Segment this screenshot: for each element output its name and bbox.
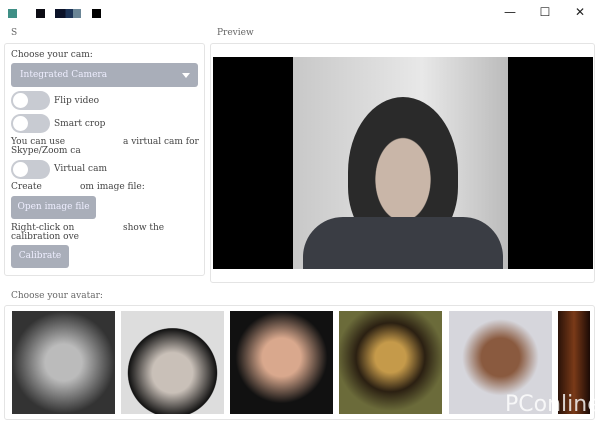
virtual-cam-label: Virtual cam <box>54 164 107 174</box>
virtual-cam-toggle[interactable] <box>11 160 50 179</box>
avatar-mona-lisa[interactable] <box>339 311 442 414</box>
settings-label: S <box>11 28 18 38</box>
watermark: PConline <box>505 392 600 417</box>
app-icon <box>8 9 17 18</box>
avatar-eminem[interactable] <box>121 311 224 414</box>
choose-avatar-label: Choose your avatar: <box>11 291 103 301</box>
create-label: om image file: <box>80 182 145 192</box>
title-block <box>55 9 81 18</box>
avatar-jobs[interactable] <box>230 311 333 414</box>
calibration-note: show the <box>123 223 165 233</box>
calibrate-button[interactable]: Calibrate <box>11 245 69 268</box>
create-label: Create <box>11 182 42 192</box>
title-block <box>36 9 45 18</box>
smart-crop-label: Smart crop <box>54 119 106 129</box>
flip-video-label: Flip video <box>54 96 100 106</box>
flip-video-toggle[interactable] <box>11 91 50 110</box>
preview-video <box>213 57 593 269</box>
maximize-button[interactable]: ☐ <box>532 2 558 22</box>
open-image-file-button[interactable]: Open image file <box>11 196 96 219</box>
choose-cam-label: Choose your cam: <box>11 50 93 60</box>
person-body <box>303 217 503 269</box>
title-bar: — ☐ ✕ <box>0 0 600 26</box>
vcam-note: Skype/Zoom ca <box>11 146 81 156</box>
camera-select-value: Integrated Camera <box>20 70 108 80</box>
calibration-note: calibration ove <box>11 232 79 242</box>
minimize-button[interactable]: — <box>497 2 523 22</box>
preview-label: Preview <box>217 28 254 38</box>
chevron-down-icon <box>182 73 190 78</box>
camera-select[interactable]: Integrated Camera <box>11 63 198 87</box>
smart-crop-toggle[interactable] <box>11 114 50 133</box>
close-button[interactable]: ✕ <box>567 2 593 22</box>
webcam-frame <box>293 57 508 269</box>
avatar-einstein[interactable] <box>12 311 115 414</box>
title-block <box>92 9 101 18</box>
vcam-note: a virtual cam for <box>123 137 199 147</box>
